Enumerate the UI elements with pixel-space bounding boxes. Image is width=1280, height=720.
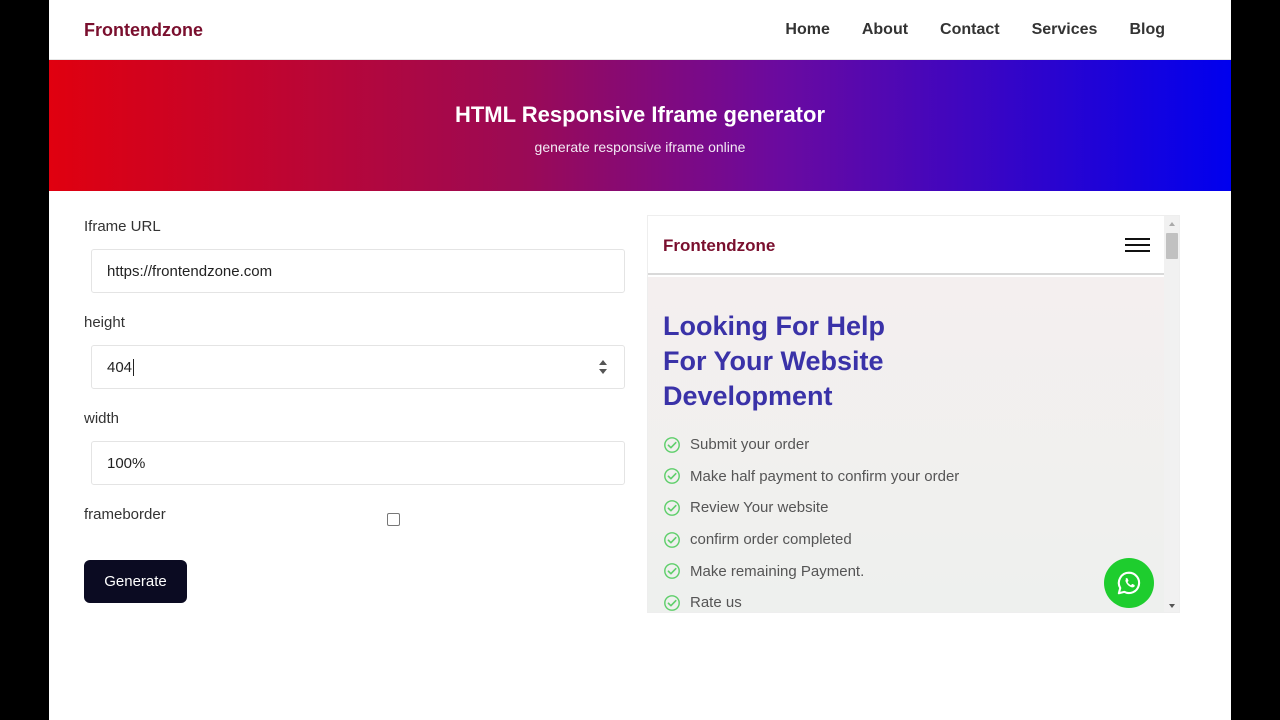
site-brand[interactable]: Frontendzone	[84, 20, 203, 41]
scroll-thumb[interactable]	[1166, 233, 1178, 259]
top-navbar: Frontendzone Home About Contact Services…	[49, 0, 1231, 60]
width-value: 100%	[107, 454, 146, 472]
scroll-up-icon[interactable]	[1169, 222, 1175, 226]
whatsapp-button[interactable]	[1104, 558, 1154, 608]
preview-content: Looking For Help For Your Website Develo…	[648, 277, 1164, 612]
page-subtitle: generate responsive iframe online	[534, 139, 746, 155]
width-input[interactable]: 100%	[91, 441, 625, 485]
preview-navbar: Frontendzone	[648, 216, 1164, 275]
height-input[interactable]: 404	[91, 345, 625, 389]
hamburger-menu-icon[interactable]	[1125, 238, 1150, 252]
list-item: Rate us	[663, 587, 959, 612]
check-circle-icon	[664, 531, 680, 548]
text-caret	[133, 358, 135, 376]
preview-scrollbar[interactable]	[1164, 216, 1179, 612]
step-text: Rate us	[690, 594, 742, 612]
iframe-url-value: https://frontendzone.com	[107, 262, 273, 280]
step-text: confirm order completed	[690, 531, 852, 549]
step-text: Make remaining Payment.	[690, 562, 865, 580]
step-text: Review Your website	[690, 499, 829, 517]
list-item: Submit your order	[663, 429, 959, 461]
frameborder-label: frameborder	[84, 506, 166, 523]
check-circle-icon	[664, 594, 680, 611]
list-item: Make remaining Payment.	[663, 555, 959, 587]
iframe-url-input[interactable]: https://frontendzone.com	[91, 249, 625, 293]
list-item: confirm order completed	[663, 524, 959, 556]
preview-heading: Looking For Help For Your Website Develo…	[663, 311, 885, 411]
nav-blog[interactable]: Blog	[1129, 21, 1165, 39]
check-circle-icon	[664, 468, 680, 485]
list-item: Review Your website	[663, 492, 959, 524]
width-label: width	[84, 410, 120, 427]
nav-services[interactable]: Services	[1032, 21, 1098, 39]
frameborder-checkbox[interactable]	[387, 513, 400, 526]
scroll-down-icon[interactable]	[1169, 604, 1175, 608]
list-item: Make half payment to confirm your order	[663, 461, 959, 493]
check-circle-icon	[664, 500, 680, 516]
height-label: height	[84, 314, 125, 331]
nav-about[interactable]: About	[862, 21, 908, 39]
nav-contact[interactable]: Contact	[940, 21, 1000, 39]
iframe-preview[interactable]: Frontendzone Looking For Help For Your W…	[647, 215, 1180, 613]
whatsapp-icon	[1117, 571, 1141, 595]
generate-button[interactable]: Generate	[84, 560, 187, 603]
hero-banner: HTML Responsive Iframe generator generat…	[49, 60, 1231, 191]
check-circle-icon	[664, 436, 680, 453]
page-title: HTML Responsive Iframe generator	[454, 102, 826, 127]
stepper-up-icon[interactable]	[599, 360, 607, 365]
iframe-url-label: Iframe URL	[84, 218, 161, 235]
step-text: Submit your order	[690, 436, 810, 454]
page: Frontendzone Home About Contact Services…	[49, 0, 1231, 720]
steps-list: Submit your order Make half payment to c…	[663, 429, 959, 612]
nav-home[interactable]: Home	[785, 21, 829, 39]
preview-brand[interactable]: Frontendzone	[663, 236, 775, 256]
main-nav: Home About Contact Services Blog	[785, 21, 1165, 39]
check-circle-icon	[664, 563, 680, 580]
number-stepper[interactable]	[598, 358, 608, 378]
step-text: Make half payment to confirm your order	[690, 467, 960, 485]
stepper-down-icon[interactable]	[599, 369, 607, 374]
height-value: 404	[107, 358, 133, 376]
